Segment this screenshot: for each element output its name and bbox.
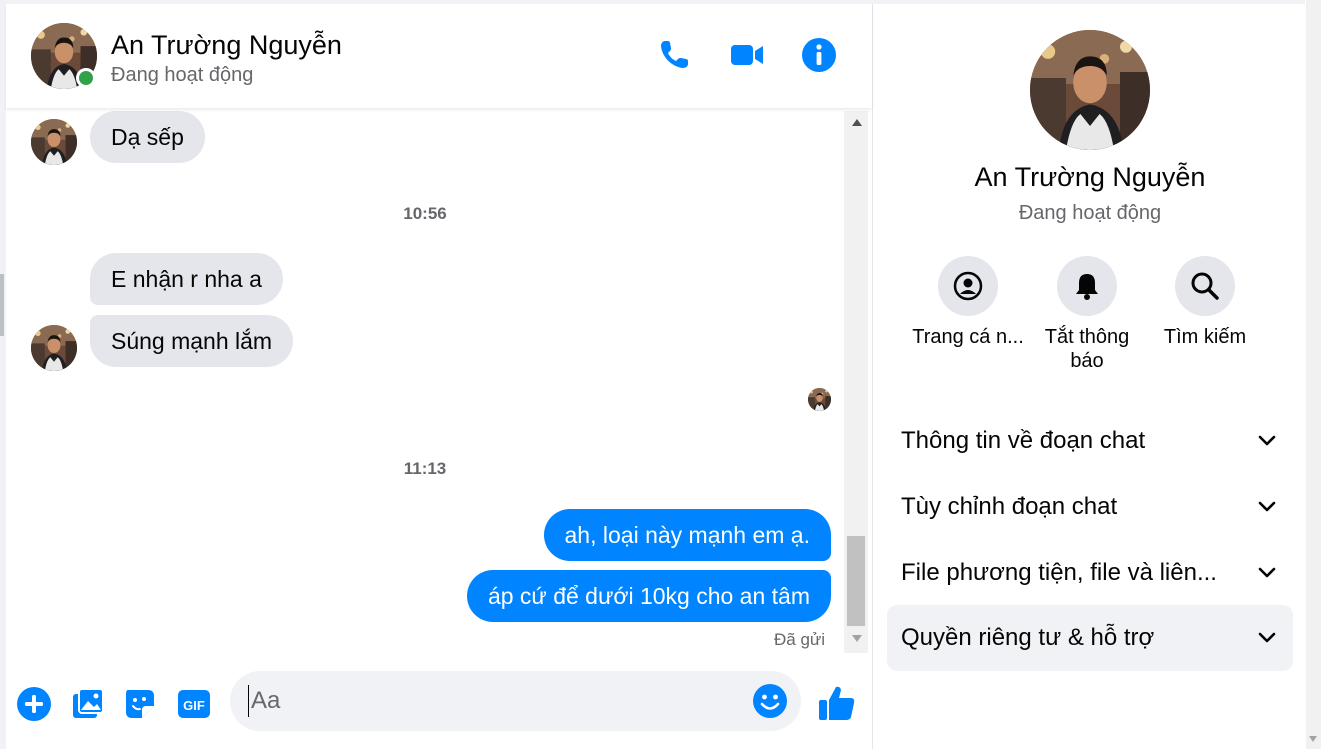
search-action-label: Tìm kiếm (1163, 326, 1247, 348)
sender-avatar[interactable] (31, 325, 77, 371)
contact-name[interactable]: An Trường Nguyễn (111, 30, 342, 61)
section-chat-info[interactable]: Thông tin về đoạn chat (887, 408, 1293, 474)
profile-action-circle[interactable] (938, 256, 998, 316)
online-status-dot (76, 68, 96, 88)
search-icon (1191, 272, 1219, 300)
contact-status: Đang hoạt động (111, 64, 254, 86)
seen-avatar (808, 388, 831, 411)
timestamp: 11:13 (403, 459, 447, 478)
message-input-box[interactable] (230, 671, 801, 731)
message-bubble-incoming[interactable]: E nhận r nha a (90, 253, 283, 305)
section-privacy-support[interactable]: Quyền riêng tư & hỗ trợ (887, 605, 1293, 671)
chevron-down-icon (1258, 567, 1276, 578)
message-scrollbar[interactable] (844, 111, 868, 653)
message-bubble-incoming[interactable]: Súng mạnh lắm (90, 315, 294, 367)
sender-avatar[interactable] (31, 119, 77, 165)
section-label: Quyền riêng tư & hỗ trợ (901, 624, 1155, 651)
composer-bar: GIF (6, 659, 872, 749)
chat-header: An Trường Nguyễn Đang hoạt động (6, 4, 872, 108)
left-edge-marker (0, 274, 4, 336)
like-icon[interactable] (817, 683, 857, 723)
page-scroll-down-arrow-icon[interactable] (1309, 736, 1317, 742)
section-label: Tùy chỉnh đoạn chat (901, 493, 1118, 520)
profile-action[interactable]: Trang cá n... (908, 256, 1028, 349)
section-label: Thông tin về đoạn chat (901, 427, 1146, 454)
message-bubble-outgoing[interactable]: áp cứ để dưới 10kg cho an tâm (466, 570, 831, 622)
chat-panel: An Trường Nguyễn Đang hoạt động Dạ sếp 1… (6, 4, 872, 749)
emoji-icon[interactable] (752, 683, 788, 719)
sent-status: Đã gửi (774, 630, 826, 649)
phone-icon[interactable] (656, 37, 692, 73)
search-action-circle[interactable] (1175, 256, 1235, 316)
info-icon[interactable] (801, 37, 837, 73)
mute-action-circle[interactable] (1057, 256, 1117, 316)
bell-icon (1076, 274, 1098, 300)
scroll-thumb[interactable] (847, 536, 865, 626)
gif-icon[interactable]: GIF (176, 686, 212, 722)
section-label: File phương tiện, file và liên... (901, 559, 1217, 586)
video-camera-icon[interactable] (729, 37, 765, 73)
profile-action-label: Trang cá n... (912, 326, 1024, 348)
message-bubble-outgoing[interactable]: ah, loại này mạnh em ạ. (543, 509, 831, 561)
timestamp: 10:56 (403, 204, 447, 223)
conversation-details-panel: An Trường Nguyễn Đang hoạt động Trang cá… (872, 4, 1306, 749)
mute-action[interactable]: Tắt thông báo (1027, 256, 1147, 373)
profile-avatar[interactable] (1030, 30, 1150, 150)
chevron-down-icon (1258, 501, 1276, 512)
profile-status: Đang hoạt động (1018, 202, 1162, 224)
search-action[interactable]: Tìm kiếm (1145, 256, 1265, 349)
chevron-down-icon (1258, 435, 1276, 446)
message-bubble-incoming[interactable]: Dạ sếp (90, 111, 205, 163)
page-scrollbar[interactable] (1306, 0, 1321, 749)
section-media-files[interactable]: File phương tiện, file và liên... (887, 540, 1293, 606)
profile-name: An Trường Nguyễn (974, 162, 1206, 192)
sticker-icon[interactable] (122, 686, 158, 722)
scroll-up-arrow-icon[interactable] (852, 119, 862, 126)
profile-icon (953, 271, 983, 301)
svg-text:GIF: GIF (183, 698, 205, 713)
photo-icon[interactable] (70, 686, 106, 722)
chevron-down-icon (1258, 632, 1276, 643)
mute-action-label: Tắt thông báo (1044, 326, 1130, 372)
plus-icon[interactable] (16, 686, 52, 722)
message-input[interactable] (248, 685, 728, 717)
message-list[interactable]: Dạ sếp 10:56 E nhận r nha a Súng mạnh lắ… (6, 108, 844, 656)
section-customize-chat[interactable]: Tùy chỉnh đoạn chat (887, 474, 1293, 540)
scroll-down-arrow-icon[interactable] (852, 635, 862, 642)
